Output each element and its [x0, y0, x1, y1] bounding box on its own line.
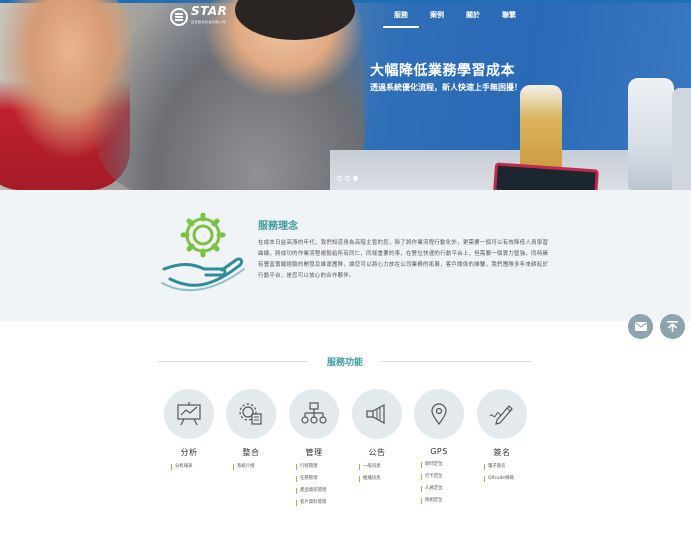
service-links: 一般訊息 推播訊息: [346, 464, 408, 482]
philosophy-section: 服務理念 在成本日益高漲的年代，我們知道身為高階主管的您，除了將作業流程行動化外…: [0, 190, 691, 321]
service-gps: GPS 即時定位 打卡定位 人員定位 照相定位: [408, 389, 470, 510]
service-links: 即時定位 打卡定位 人員定位 照相定位: [408, 462, 470, 504]
service-analysis: 分析 分析報表: [158, 389, 220, 476]
hero-photo-bottle: [672, 88, 691, 190]
hero-banner: STAR 百奇數位科技有限公司 服務 案例 關於 聯繫 大幅降低業務學習成本 透…: [0, 0, 691, 190]
service-link[interactable]: 推播訊息: [359, 476, 408, 482]
service-link[interactable]: 一般訊息: [359, 464, 408, 470]
site-logo[interactable]: STAR 百奇數位科技有限公司: [170, 4, 228, 28]
section-divider: [380, 361, 532, 362]
service-name: GPS: [430, 447, 448, 456]
service-signature: 簽名 電子簽名 QRcode條碼: [471, 389, 533, 488]
carousel-indicators: [337, 176, 358, 181]
service-links: 行程管理 任務管理 產品資訊管理 客戶資料管理: [283, 464, 345, 506]
service-icon-circle[interactable]: [164, 389, 214, 439]
org-chart-icon: [301, 402, 327, 424]
carousel-dot[interactable]: [345, 176, 350, 181]
back-to-top-icon: [667, 321, 678, 332]
logo-subtitle: 百奇數位科技有限公司: [191, 20, 227, 24]
service-links: 系統介接: [220, 464, 282, 470]
map-pin-icon: [431, 403, 447, 426]
service-link[interactable]: 產品資訊管理: [296, 488, 345, 494]
service-icon-circle[interactable]: [352, 389, 402, 439]
hero-photo-bottle: [628, 78, 674, 190]
service-icon-circle[interactable]: [414, 389, 464, 439]
signature-pen-icon: [489, 405, 513, 425]
service-link[interactable]: 任務管理: [296, 476, 345, 482]
service-links: 電子簽名 QRcode條碼: [471, 464, 533, 482]
service-link[interactable]: 系統介接: [233, 464, 282, 470]
service-link[interactable]: 客戶資料管理: [296, 500, 345, 506]
logo-text: STAR: [191, 4, 228, 18]
main-nav: 服務 案例 關於 聯繫: [383, 10, 527, 28]
service-announcement: 公告 一般訊息 推播訊息: [346, 389, 408, 488]
service-link[interactable]: 打卡定位: [421, 474, 470, 480]
service-link[interactable]: 人員定位: [421, 486, 470, 492]
nav-item-about[interactable]: 關於: [455, 10, 491, 28]
service-link[interactable]: 電子簽名: [484, 464, 533, 470]
service-name: 整合: [242, 448, 260, 457]
chart-board-icon: [177, 402, 201, 426]
service-name: 公告: [368, 448, 386, 457]
logo-mark-icon: [170, 8, 188, 26]
service-link[interactable]: 行程管理: [296, 464, 345, 470]
hero-headline: 大幅降低業務學習成本: [370, 63, 515, 79]
service-name: 管理: [305, 448, 323, 457]
contact-mail-button[interactable]: [628, 314, 653, 339]
mail-icon: [634, 322, 647, 331]
service-name: 簽名: [493, 448, 511, 457]
nav-item-contact[interactable]: 聯繫: [491, 10, 527, 28]
service-link[interactable]: 照相定位: [421, 498, 470, 504]
hand-gear-icon: [161, 213, 245, 292]
megaphone-icon: [366, 403, 385, 425]
service-icon-circle[interactable]: [289, 389, 339, 439]
philosophy-title: 服務理念: [258, 221, 298, 232]
back-to-top-button[interactable]: [660, 314, 685, 339]
service-management: 管理 行程管理 任務管理 產品資訊管理 客戶資料管理: [283, 389, 345, 512]
service-links: 分析報表: [158, 464, 220, 470]
service-link[interactable]: 分析報表: [171, 464, 220, 470]
section-divider: [158, 361, 308, 362]
service-integration: 整合 系統介接: [220, 389, 282, 476]
service-link[interactable]: 即時定位: [421, 462, 470, 468]
philosophy-body: 在成本日益高漲的年代，我們知道身為高階主管的您，除了將作業流程行動化外，更需要一…: [258, 240, 549, 279]
carousel-dot[interactable]: [337, 176, 342, 181]
gear-document-icon: [239, 403, 262, 425]
services-title: 服務功能: [326, 358, 363, 368]
carousel-dot-active[interactable]: [353, 176, 358, 181]
nav-item-cases[interactable]: 案例: [419, 10, 455, 28]
service-icon-circle[interactable]: [477, 389, 527, 439]
nav-item-services[interactable]: 服務: [383, 10, 419, 28]
service-icon-circle[interactable]: [226, 389, 276, 439]
service-link[interactable]: QRcode條碼: [484, 476, 533, 482]
service-name: 分析: [180, 448, 198, 457]
hero-subline: 透過系統優化流程，新人快速上手無困擾！: [370, 83, 522, 92]
